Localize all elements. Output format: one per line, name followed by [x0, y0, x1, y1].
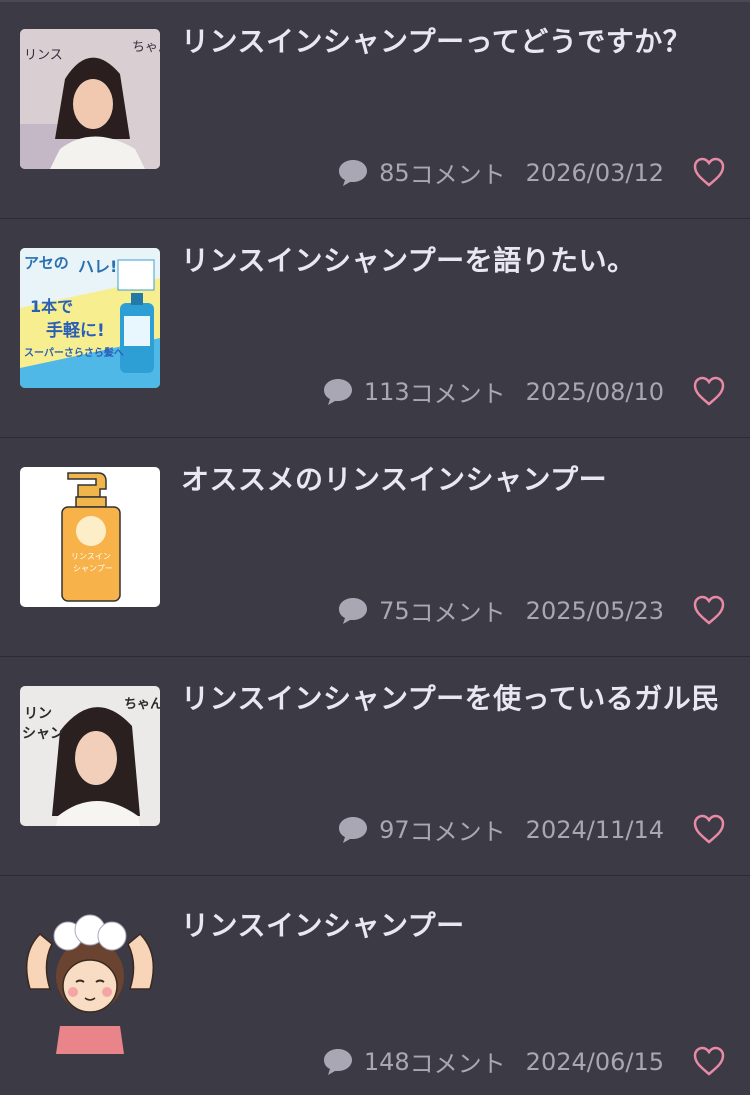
thumb-caption: アセの [24, 254, 69, 272]
woman-portrait-thumbnail: リン シャン ちゃん [20, 686, 160, 826]
heart-outline-icon[interactable] [692, 156, 726, 188]
topic-thumbnail[interactable] [20, 914, 160, 1054]
comment-label: コメント [409, 818, 506, 846]
speech-bubble-icon [323, 1048, 352, 1075]
thumb-caption: シャンプー [73, 564, 113, 573]
topic-meta: 85 コメント 2026/03/12 [337, 155, 664, 190]
topic-meta: 97 コメント 2024/11/14 [337, 812, 664, 847]
topic-date: 2025/08/10 [525, 377, 664, 406]
topic-date: 2026/03/12 [525, 158, 664, 187]
topic-meta: 113 コメント 2025/08/10 [322, 374, 664, 409]
topic-list: リンス ちゃんと リンスインシャンプーってどうですか？ 85コメント 2026/… [0, 0, 750, 1095]
comment-label: コメント [409, 599, 506, 627]
speech-bubble-icon [323, 378, 352, 405]
thumb-caption: リン [24, 706, 52, 722]
heart-outline-icon[interactable] [692, 813, 726, 845]
comment-count: 148 [363, 1047, 410, 1076]
topic-thumbnail[interactable]: リン シャン ちゃん [20, 686, 160, 826]
shampoo-bottle-thumbnail: リンスイン シャンプー [20, 467, 160, 607]
topic-title[interactable]: オススメのリンスインシャンプー [181, 460, 726, 500]
topic-title[interactable]: リンスインシャンプーってどうですか？ [181, 22, 726, 62]
speech-bubble-icon [339, 816, 368, 843]
topic-title[interactable]: リンスインシャンプー [181, 906, 726, 946]
thumb-caption: リンス [24, 48, 63, 63]
speech-bubble-icon [339, 597, 368, 624]
topic-meta: 75 コメント 2025/05/23 [337, 593, 664, 628]
topic-item[interactable]: リンス ちゃんと リンスインシャンプーってどうですか？ 85コメント 2026/… [0, 0, 750, 219]
thumb-caption: シャン [22, 726, 64, 742]
topic-date: 2024/06/15 [525, 1047, 664, 1076]
heart-outline-icon[interactable] [692, 594, 726, 626]
heart-outline-icon[interactable] [692, 375, 726, 407]
comment-label: コメント [409, 1050, 506, 1078]
comment-count: 85 [379, 158, 410, 187]
topic-item[interactable]: リンスイン シャンプー オススメのリンスインシャンプー 75 コメント 2025/… [0, 438, 750, 657]
topic-date: 2025/05/23 [525, 596, 664, 625]
woman-photo-thumbnail: リンス ちゃんと [20, 29, 160, 169]
topic-item[interactable]: リンスインシャンプー 148 コメント 2024/06/15 [0, 876, 750, 1095]
hair-washing-illustration-thumbnail [20, 914, 160, 1054]
thumb-caption: リンスイン [71, 552, 111, 561]
thumb-caption: 1本で [30, 297, 73, 316]
comment-count: 97 [379, 815, 410, 844]
product-ad-thumbnail: アセの ハレ! 1本で 手軽に! スーパーさらさら髪へ [20, 248, 160, 388]
thumb-caption: ちゃん [124, 697, 160, 712]
topic-date: 2024/11/14 [525, 815, 664, 844]
heart-outline-icon[interactable] [692, 1045, 726, 1077]
topic-thumbnail[interactable]: アセの ハレ! 1本で 手軽に! スーパーさらさら髪へ [20, 248, 160, 388]
thumb-caption: ハレ! [78, 257, 117, 276]
comment-count: 75 [379, 596, 410, 625]
topic-thumbnail[interactable]: リンスイン シャンプー [20, 467, 160, 607]
comment-count: 113 [363, 377, 410, 406]
thumb-caption: スーパーさらさら髪へ [24, 346, 124, 359]
topic-item[interactable]: アセの ハレ! 1本で 手軽に! スーパーさらさら髪へ リンスインシャンプーを語… [0, 219, 750, 438]
topic-thumbnail[interactable]: リンス ちゃんと [20, 29, 160, 169]
topic-item[interactable]: リン シャン ちゃん リンスインシャンプーを使っているガル民 97 コメント 20… [0, 657, 750, 876]
topic-title[interactable]: リンスインシャンプーを語りたい。 [181, 241, 726, 281]
thumb-caption: ちゃんと [132, 40, 160, 55]
topic-meta: 148 コメント 2024/06/15 [322, 1044, 664, 1079]
speech-bubble-icon [339, 159, 368, 186]
topic-title[interactable]: リンスインシャンプーを使っているガル民 [181, 679, 726, 719]
comment-label: コメント [409, 380, 506, 408]
thumb-caption: 手軽に! [46, 320, 105, 341]
comment-label: コメント [409, 161, 506, 189]
